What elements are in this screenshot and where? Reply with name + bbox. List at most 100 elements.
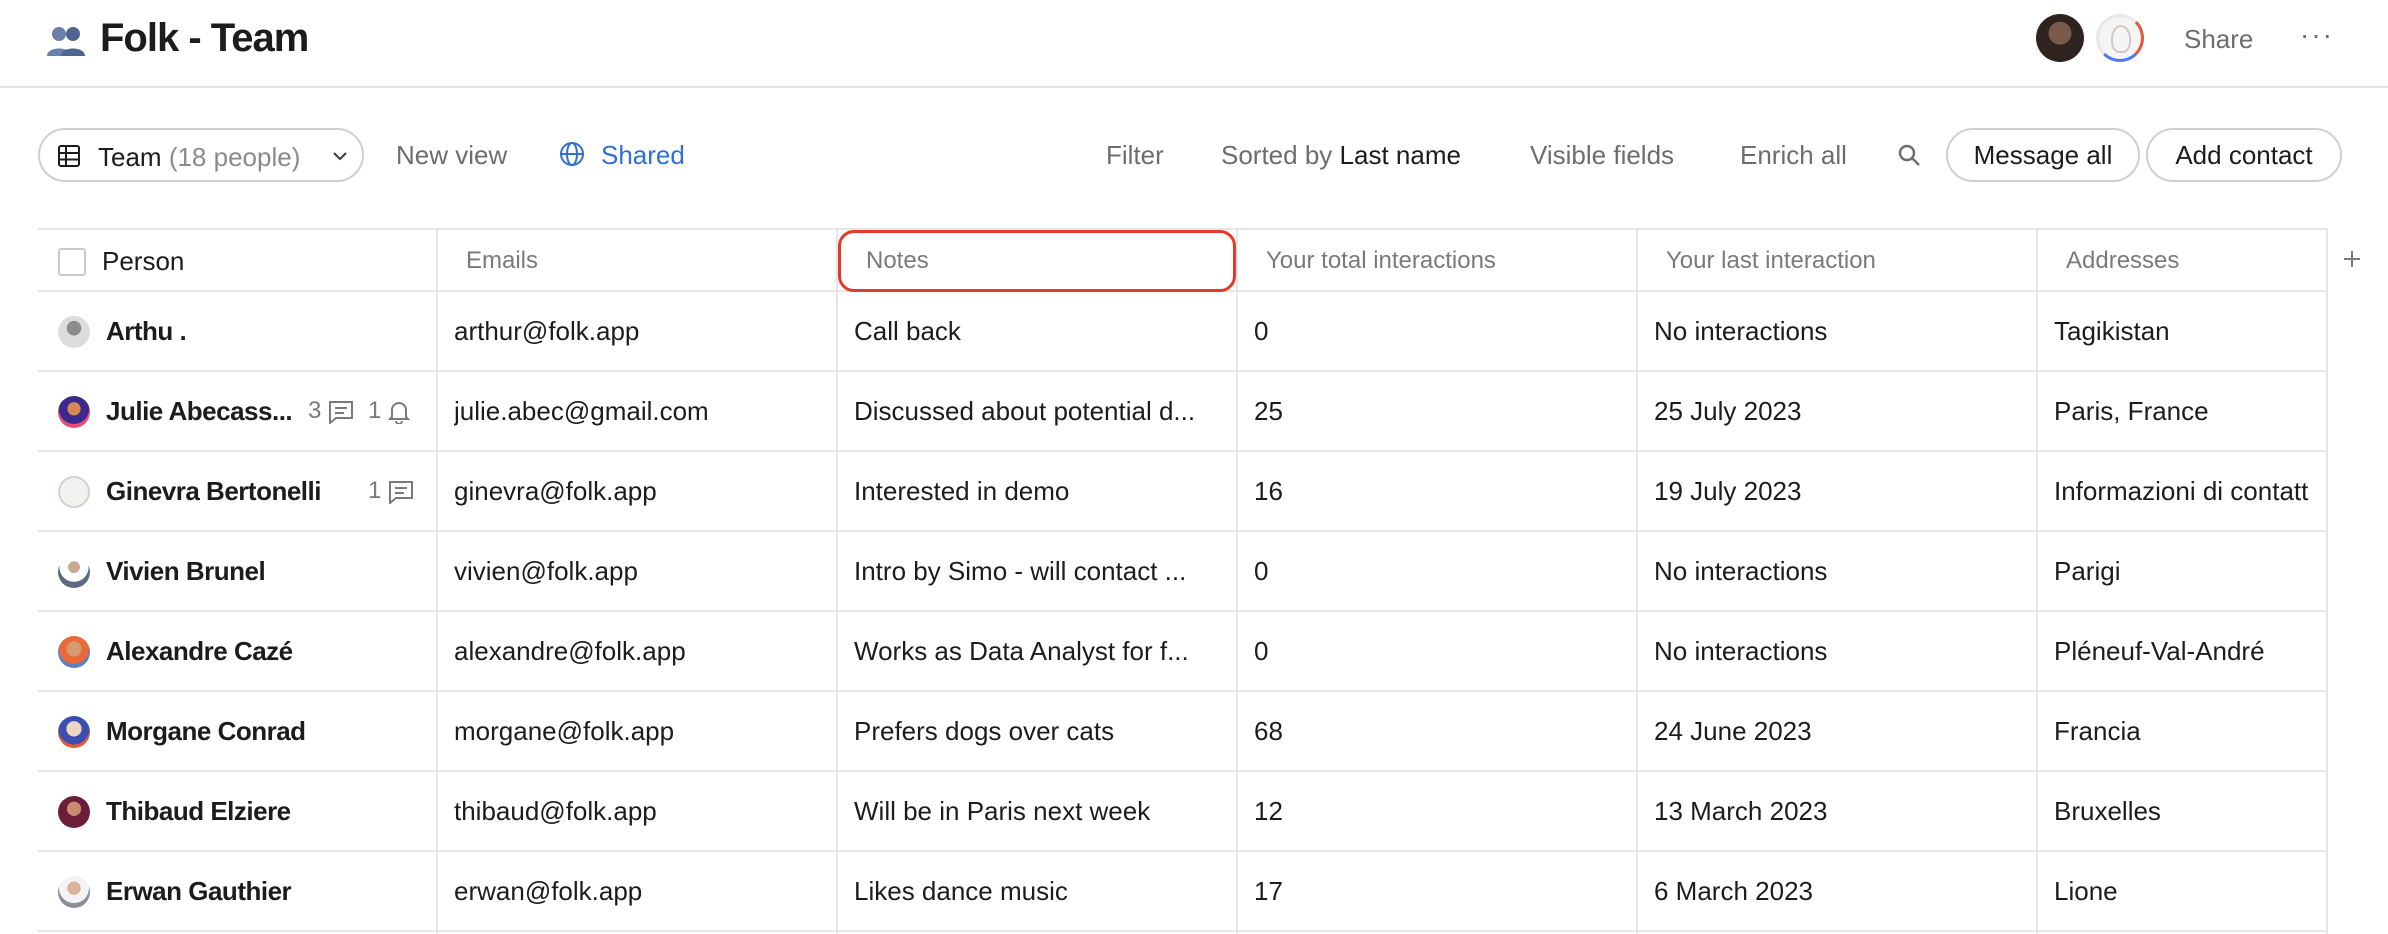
email-cell[interactable]: alexandre@folk.app [454,612,824,690]
column-header-total-interactions[interactable]: Your total interactions [1266,230,1496,292]
address-cell[interactable]: Paris, France [2054,372,2324,450]
column-header-last-interaction[interactable]: Your last interaction [1666,230,1876,292]
notes-cell[interactable]: Discussed about potential d... [854,372,1224,450]
avatar [58,476,90,508]
address-cell[interactable]: Pléneuf-Val-André [2054,612,2324,690]
table-row[interactable]: Erwan Gauthier erwan@folk.app Likes danc… [38,852,2326,932]
person-name[interactable]: Julie Abecass... [106,372,302,450]
column-header-emails[interactable]: Emails [466,230,538,292]
table-row[interactable]: Ginevra Bertonelli 1 ginevra@folk.app In… [38,452,2326,532]
search-icon[interactable] [1896,142,1924,170]
address-cell[interactable]: Lione [2054,852,2324,930]
user-avatar[interactable] [2096,14,2144,62]
total-interactions-cell: 17 [1254,876,1283,906]
notes-cell[interactable]: Likes dance music [854,852,1224,930]
person-name[interactable]: Ginevra Bertonelli [106,452,346,530]
avatar [58,716,90,748]
email-cell[interactable]: morgane@folk.app [454,692,824,770]
comments-indicator[interactable]: 1 [368,452,414,530]
view-name: Team [98,142,162,172]
table-row[interactable]: Morgane Conrad morgane@folk.app Prefers … [38,692,2326,772]
sort-button[interactable]: Sorted by Last name [1221,140,1461,170]
table-row[interactable]: Julie Abecass... 3 1 julie.abec@gmail.co… [38,372,2326,452]
avatar [58,796,90,828]
last-interaction-cell: 13 March 2023 [1654,796,1828,826]
email-cell[interactable]: vivien@folk.app [454,532,824,610]
notes-cell[interactable]: Interested in demo [854,452,1224,530]
last-interaction-cell: No interactions [1654,636,1828,666]
address-cell[interactable]: Tagikistan [2054,292,2324,370]
total-interactions-cell: 12 [1254,796,1283,826]
add-column-button[interactable] [2340,242,2364,278]
view-count: (18 people) [168,142,301,172]
column-header-addresses[interactable]: Addresses [2066,230,2179,292]
notes-cell[interactable]: Intro by Simo - will contact ... [854,532,1224,610]
person-name[interactable]: Alexandre Cazé [106,612,406,690]
filter-button[interactable]: Filter [1106,140,1164,170]
add-contact-button[interactable]: Add contact [2146,128,2342,182]
address-cell[interactable]: Bruxelles [2054,772,2324,850]
total-interactions-cell: 0 [1254,636,1269,666]
table-row[interactable]: Alexandre Cazé alexandre@folk.app Works … [38,612,2326,692]
column-divider [2326,228,2328,934]
last-interaction-cell: No interactions [1654,556,1828,586]
select-all-checkbox[interactable] [58,248,86,276]
avatar [58,876,90,908]
email-cell[interactable]: julie.abec@gmail.com [454,372,824,450]
email-cell[interactable]: ginevra@folk.app [454,452,824,530]
visible-fields-button[interactable]: Visible fields [1530,140,1674,170]
reminders-count: 1 [368,397,382,424]
notes-cell[interactable]: Will be in Paris next week [854,772,1224,850]
column-header-person[interactable]: Person [102,230,184,292]
total-interactions-cell: 25 [1254,396,1283,426]
total-interactions-cell: 16 [1254,476,1283,506]
notes-cell[interactable]: Call back [854,292,1224,370]
notes-cell[interactable]: Prefers dogs over cats [854,692,1224,770]
more-options-button[interactable]: ··· [2300,18,2334,52]
sort-value: Last name [1339,140,1461,170]
enrich-all-button[interactable]: Enrich all [1740,140,1847,170]
table-row[interactable]: Arthu . arthur@folk.app Call back 0 No i… [38,292,2326,372]
view-selector-label: Team (18 people) [98,142,300,172]
shared-button[interactable]: Shared [601,140,685,170]
email-cell[interactable]: thibaud@folk.app [454,772,824,850]
last-interaction-cell: 25 July 2023 [1654,396,1802,426]
address-cell[interactable]: Informazioni di contatt [2054,452,2324,530]
last-interaction-cell: No interactions [1654,316,1828,346]
email-cell[interactable]: arthur@folk.app [454,292,824,370]
total-interactions-cell: 0 [1254,556,1269,586]
share-button[interactable]: Share [2184,22,2253,56]
view-selector[interactable]: Team (18 people) [38,128,364,182]
last-interaction-cell: 24 June 2023 [1654,716,1812,746]
avatar [58,556,90,588]
table-grid-icon [58,145,80,167]
address-cell[interactable]: Francia [2054,692,2324,770]
person-name[interactable]: Erwan Gauthier [106,852,406,930]
page-title: Folk - Team [100,16,309,60]
table-row[interactable]: Vivien Brunel vivien@folk.app Intro by S… [38,532,2326,612]
plus-icon [2344,251,2360,267]
email-cell[interactable]: erwan@folk.app [454,852,824,930]
person-name[interactable]: Thibaud Elziere [106,772,406,850]
comments-indicator[interactable]: 3 [308,372,354,450]
last-interaction-cell: 19 July 2023 [1654,476,1802,506]
message-all-button[interactable]: Message all [1946,128,2140,182]
globe-icon [560,142,584,166]
avatar [58,396,90,428]
people-emoji-icon [47,27,85,56]
notes-column-highlight [838,230,1236,292]
address-cell[interactable]: Parigi [2054,532,2324,610]
person-name[interactable]: Vivien Brunel [106,532,406,610]
chevron-down-icon [333,152,347,161]
avatar [58,636,90,668]
avatar [58,316,90,348]
notes-cell[interactable]: Works as Data Analyst for f... [854,612,1224,690]
table-row[interactable]: Thibaud Elziere thibaud@folk.app Will be… [38,772,2326,852]
collaborator-avatar[interactable] [2036,14,2084,62]
bell-icon [387,401,411,425]
person-name[interactable]: Morgane Conrad [106,692,406,770]
comments-count: 1 [368,477,382,504]
person-name[interactable]: Arthu . [106,292,406,370]
reminders-indicator[interactable]: 1 [368,372,411,450]
new-view-button[interactable]: New view [396,140,507,170]
